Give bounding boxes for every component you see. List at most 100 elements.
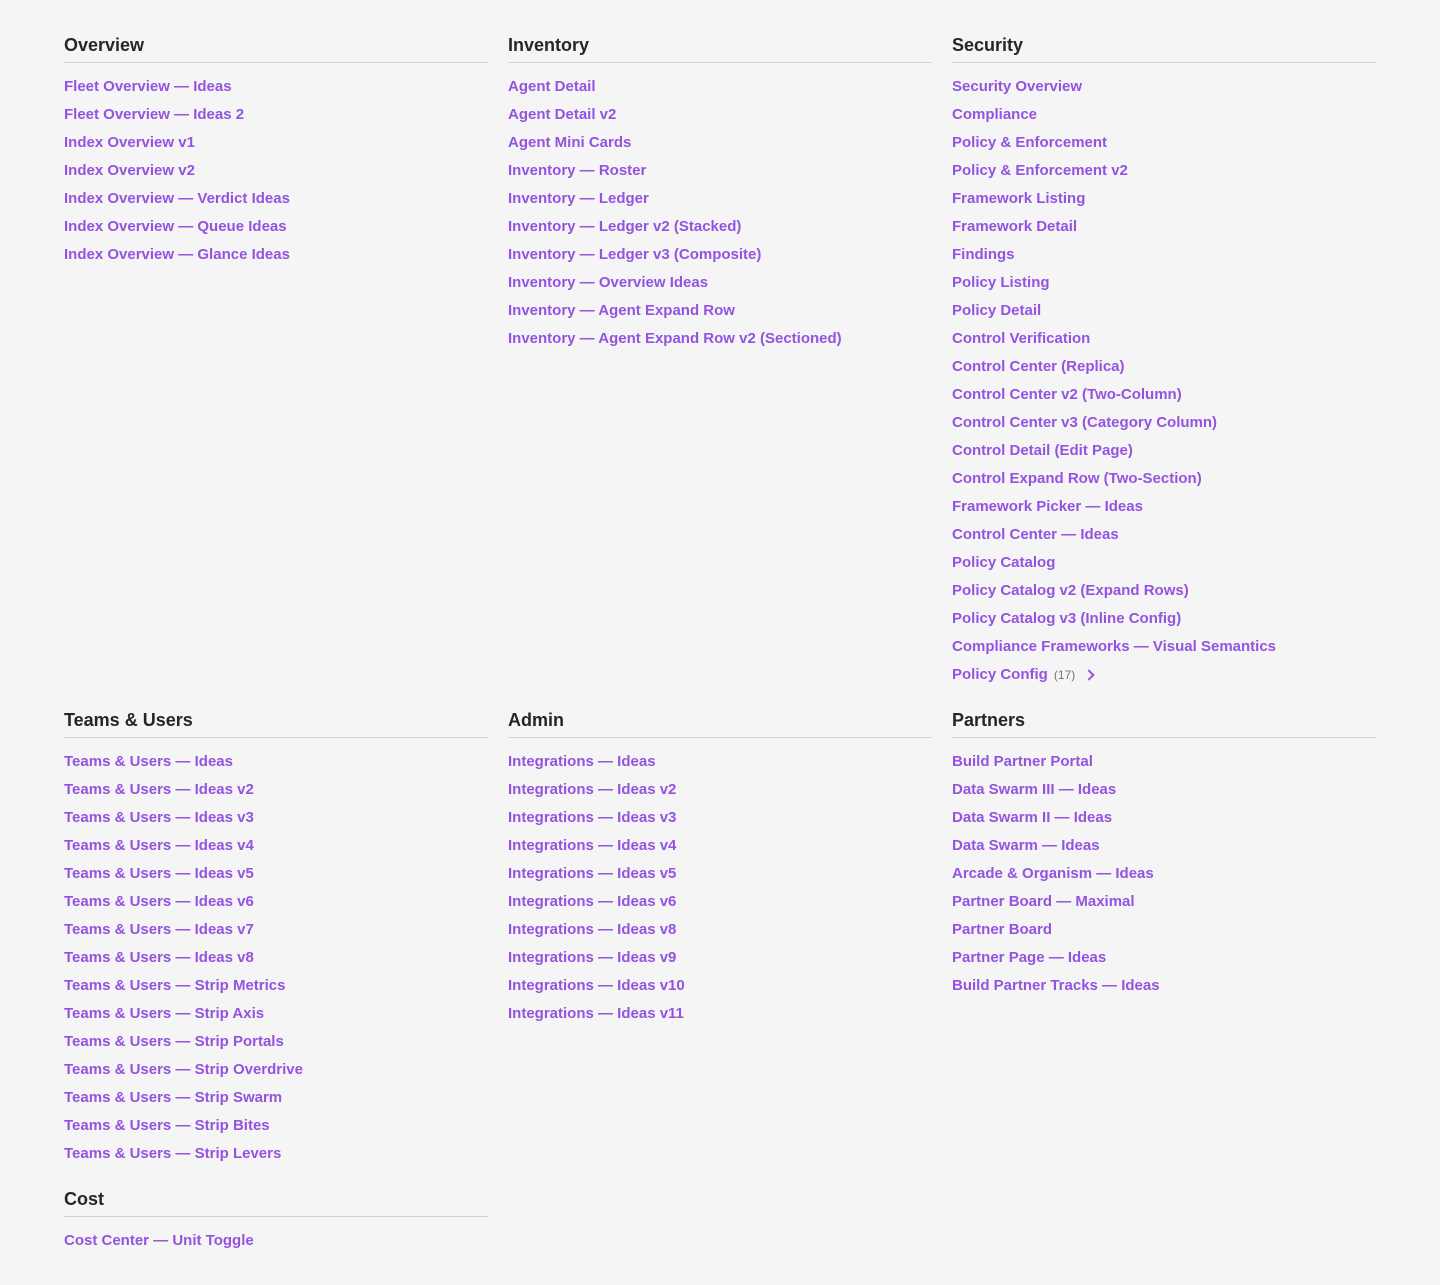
list-item: Security Overview — [952, 76, 1376, 104]
nav-link[interactable]: Integrations — Ideas — [508, 751, 656, 773]
nav-link[interactable]: Integrations — Ideas v2 — [508, 779, 676, 801]
list-item: Index Overview — Queue Ideas — [64, 216, 488, 244]
nav-link[interactable]: Control Center — Ideas — [952, 524, 1119, 546]
nav-link[interactable]: Teams & Users — Ideas v6 — [64, 891, 254, 913]
nav-link[interactable]: Build Partner Tracks — Ideas — [952, 975, 1160, 997]
nav-link[interactable]: Inventory — Overview Ideas — [508, 272, 708, 294]
nav-link[interactable]: Teams & Users — Strip Overdrive — [64, 1059, 303, 1081]
nav-link[interactable]: Framework Listing — [952, 188, 1085, 210]
nav-link[interactable]: Integrations — Ideas v5 — [508, 863, 676, 885]
list-item: Teams & Users — Ideas v4 — [64, 835, 488, 863]
nav-link[interactable]: Inventory — Agent Expand Row — [508, 300, 735, 322]
nav-link[interactable]: Integrations — Ideas v10 — [508, 975, 685, 997]
nav-link[interactable]: Inventory — Roster — [508, 160, 646, 182]
nav-link[interactable]: Index Overview — Verdict Ideas — [64, 188, 290, 210]
nav-link[interactable]: Teams & Users — Strip Metrics — [64, 975, 285, 997]
section-security: Security Security Overview Compliance Poli… — [952, 34, 1376, 692]
nav-link[interactable]: Teams & Users — Ideas v7 — [64, 919, 254, 941]
nav-link[interactable]: Index Overview — Queue Ideas — [64, 216, 287, 238]
nav-link[interactable]: Build Partner Portal — [952, 751, 1093, 773]
nav-link[interactable]: Policy & Enforcement — [952, 132, 1107, 154]
nav-link[interactable]: Teams & Users — Strip Bites — [64, 1115, 270, 1137]
nav-link[interactable]: Teams & Users — Ideas v2 — [64, 779, 254, 801]
nav-link[interactable]: Integrations — Ideas v6 — [508, 891, 676, 913]
nav-link[interactable]: Teams & Users — Strip Portals — [64, 1031, 284, 1053]
nav-link[interactable]: Control Detail (Edit Page) — [952, 440, 1133, 462]
nav-link[interactable]: Policy Catalog v2 (Expand Rows) — [952, 580, 1189, 602]
nav-link[interactable]: Compliance — [952, 104, 1037, 126]
nav-link[interactable]: Integrations — Ideas v4 — [508, 835, 676, 857]
nav-link[interactable]: Agent Detail — [508, 76, 596, 98]
nav-link[interactable]: Policy Catalog — [952, 552, 1055, 574]
list-item: Integrations — Ideas v10 — [508, 975, 932, 1003]
nav-link[interactable]: Integrations — Ideas v3 — [508, 807, 676, 829]
chevron-right-icon[interactable] — [1083, 669, 1095, 681]
nav-link[interactable]: Control Center v2 (Two-Column) — [952, 384, 1182, 406]
group-link[interactable]: Policy Config — [952, 664, 1048, 686]
nav-link[interactable]: Policy & Enforcement v2 — [952, 160, 1128, 182]
list-item: Data Swarm III — Ideas — [952, 779, 1376, 807]
nav-link[interactable]: Findings — [952, 244, 1015, 266]
nav-link[interactable]: Control Center v3 (Category Column) — [952, 412, 1217, 434]
nav-link[interactable]: Control Center (Replica) — [952, 356, 1125, 378]
nav-link[interactable]: Teams & Users — Ideas v4 — [64, 835, 254, 857]
nav-link[interactable]: Index Overview — Glance Ideas — [64, 244, 290, 266]
list-item: Cost Center — Unit Toggle — [64, 1230, 488, 1258]
nav-link[interactable]: Teams & Users — Strip Swarm — [64, 1087, 282, 1109]
nav-link[interactable]: Inventory — Agent Expand Row v2 (Section… — [508, 328, 842, 350]
nav-link[interactable]: Inventory — Ledger v2 (Stacked) — [508, 216, 741, 238]
section-cost: Cost Cost Center — Unit Toggle — [64, 1188, 488, 1258]
nav-link[interactable]: Security Overview — [952, 76, 1082, 98]
nav-link[interactable]: Agent Mini Cards — [508, 132, 631, 154]
nav-link[interactable]: Framework Detail — [952, 216, 1077, 238]
nav-link[interactable]: Integrations — Ideas v9 — [508, 947, 676, 969]
list-item: Inventory — Ledger v2 (Stacked) — [508, 216, 932, 244]
nav-link[interactable]: Arcade & Organism — Ideas — [952, 863, 1154, 885]
link-list: Teams & Users — Ideas Teams & Users — Ide… — [64, 751, 488, 1171]
list-item: Index Overview v2 — [64, 160, 488, 188]
list-item: Integrations — Ideas v3 — [508, 807, 932, 835]
nav-link[interactable]: Data Swarm III — Ideas — [952, 779, 1116, 801]
list-item: Data Swarm — Ideas — [952, 835, 1376, 863]
nav-link[interactable]: Agent Detail v2 — [508, 104, 616, 126]
nav-link[interactable]: Teams & Users — Ideas v8 — [64, 947, 254, 969]
nav-link[interactable]: Teams & Users — Ideas v5 — [64, 863, 254, 885]
nav-link[interactable]: Partner Board — Maximal — [952, 891, 1135, 913]
section-inventory: Inventory Agent Detail Agent Detail v2 Age… — [508, 34, 932, 356]
nav-link[interactable]: Fleet Overview — Ideas — [64, 76, 232, 98]
nav-link[interactable]: Teams & Users — Strip Levers — [64, 1143, 281, 1165]
section-title: Security — [952, 34, 1376, 63]
nav-link[interactable]: Data Swarm — Ideas — [952, 835, 1100, 857]
nav-link[interactable]: Control Verification — [952, 328, 1090, 350]
nav-link[interactable]: Integrations — Ideas v11 — [508, 1003, 684, 1025]
nav-link[interactable]: Inventory — Ledger v3 (Composite) — [508, 244, 761, 266]
list-item: Integrations — Ideas v5 — [508, 863, 932, 891]
list-item: Index Overview v1 — [64, 132, 488, 160]
nav-link[interactable]: Framework Picker — Ideas — [952, 496, 1143, 518]
list-item: Index Overview — Glance Ideas — [64, 244, 488, 272]
nav-link[interactable]: Partner Board — [952, 919, 1052, 941]
list-item: Integrations — Ideas — [508, 751, 932, 779]
nav-link[interactable]: Index Overview v1 — [64, 132, 195, 154]
nav-link[interactable]: Partner Page — Ideas — [952, 947, 1106, 969]
nav-link[interactable]: Teams & Users — Ideas — [64, 751, 233, 773]
nav-link[interactable]: Policy Detail — [952, 300, 1041, 322]
nav-link[interactable]: Data Swarm II — Ideas — [952, 807, 1112, 829]
list-item: Inventory — Agent Expand Row — [508, 300, 932, 328]
nav-link[interactable]: Index Overview v2 — [64, 160, 195, 182]
nav-link[interactable]: Teams & Users — Strip Axis — [64, 1003, 264, 1025]
list-item: Control Center v3 (Category Column) — [952, 412, 1376, 440]
nav-link[interactable]: Teams & Users — Ideas v3 — [64, 807, 254, 829]
nav-link[interactable]: Compliance Frameworks — Visual Semantics — [952, 636, 1276, 658]
nav-link[interactable]: Policy Catalog v3 (Inline Config) — [952, 608, 1181, 630]
nav-link[interactable]: Inventory — Ledger — [508, 188, 649, 210]
list-item: Control Center v2 (Two-Column) — [952, 384, 1376, 412]
nav-link[interactable]: Cost Center — Unit Toggle — [64, 1230, 254, 1252]
list-item: Teams & Users — Strip Metrics — [64, 975, 488, 1003]
nav-link[interactable]: Policy Listing — [952, 272, 1050, 294]
nav-link[interactable]: Control Expand Row (Two-Section) — [952, 468, 1202, 490]
nav-link[interactable]: Fleet Overview — Ideas 2 — [64, 104, 244, 126]
list-item: Control Expand Row (Two-Section) — [952, 468, 1376, 496]
list-item: Integrations — Ideas v9 — [508, 947, 932, 975]
nav-link[interactable]: Integrations — Ideas v8 — [508, 919, 676, 941]
